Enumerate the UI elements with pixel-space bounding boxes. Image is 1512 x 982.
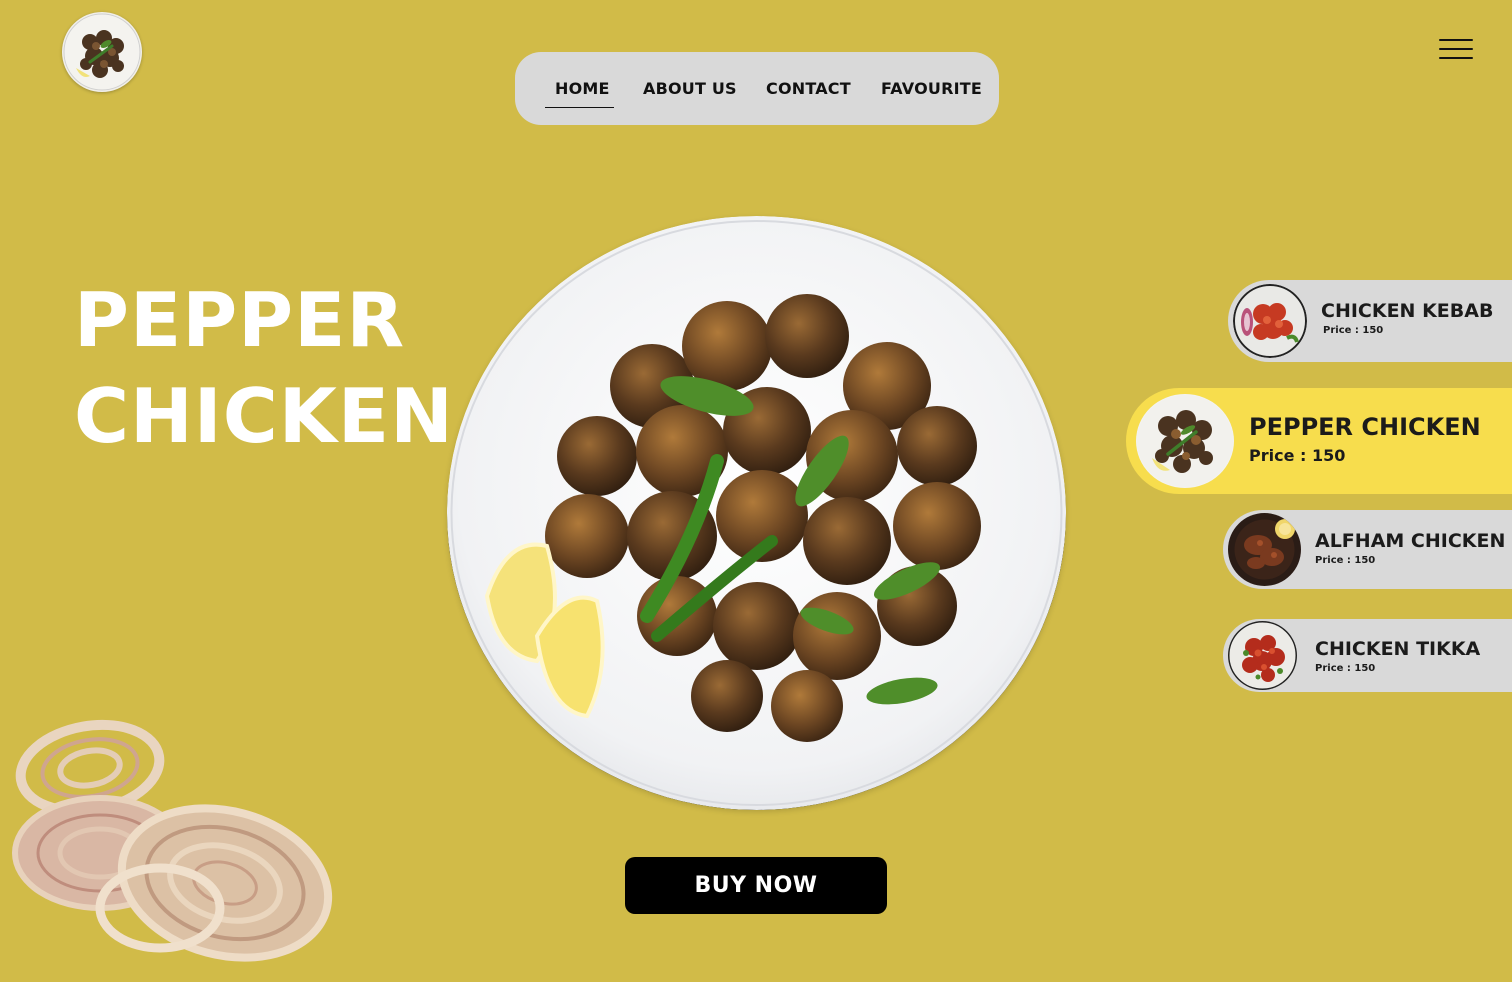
alfham-chicken-name: ALFHAM CHICKEN: [1315, 530, 1506, 552]
hero-dish-image: [447, 216, 1066, 810]
chicken-tikka-thumbnail: [1228, 621, 1297, 690]
menu-card-chicken-tikka[interactable]: CHICKEN TIKKA Price : 150: [1223, 619, 1512, 692]
nav-home[interactable]: HOME: [555, 79, 610, 98]
menu-card-chicken-kebab[interactable]: CHICKEN KEBAB Price : 150: [1228, 280, 1512, 362]
chicken-kebab-price: Price : 150: [1323, 325, 1384, 336]
pepper-chicken-thumbnail: [1136, 394, 1234, 488]
chicken-kebab-thumbnail: [1233, 284, 1307, 358]
menu-card-alfham-chicken[interactable]: ALFHAM CHICKEN Price : 150: [1223, 510, 1512, 589]
hero-title-line1: PEPPER: [74, 276, 406, 364]
buy-now-button[interactable]: BUY NOW: [625, 857, 887, 914]
chicken-tikka-name: CHICKEN TIKKA: [1315, 638, 1481, 660]
logo-dish-image: [63, 13, 141, 91]
logo[interactable]: [62, 12, 142, 92]
hero-title-line2: CHICKEN: [74, 372, 454, 460]
onion-rings-illustration: [10, 718, 340, 963]
chicken-kebab-name: CHICKEN KEBAB: [1321, 300, 1494, 322]
nav-contact[interactable]: CONTACT: [766, 79, 851, 98]
main-nav: HOME ABOUT US CONTACT FAVOURITE: [515, 52, 999, 125]
nav-active-underline: [545, 107, 614, 108]
alfham-chicken-thumbnail: [1228, 513, 1301, 586]
chicken-tikka-price: Price : 150: [1315, 663, 1376, 674]
menu-card-pepper-chicken[interactable]: PEPPER CHICKEN Price : 150: [1126, 388, 1512, 494]
hero-title: PEPPER CHICKEN: [74, 272, 454, 464]
nav-about-us[interactable]: ABOUT US: [643, 79, 737, 98]
alfham-chicken-price: Price : 150: [1315, 555, 1376, 566]
pepper-chicken-price: Price : 150: [1249, 446, 1346, 465]
nav-favourite[interactable]: FAVOURITE: [881, 79, 982, 98]
hamburger-menu-icon[interactable]: [1436, 37, 1476, 63]
pepper-chicken-name: PEPPER CHICKEN: [1249, 413, 1481, 441]
